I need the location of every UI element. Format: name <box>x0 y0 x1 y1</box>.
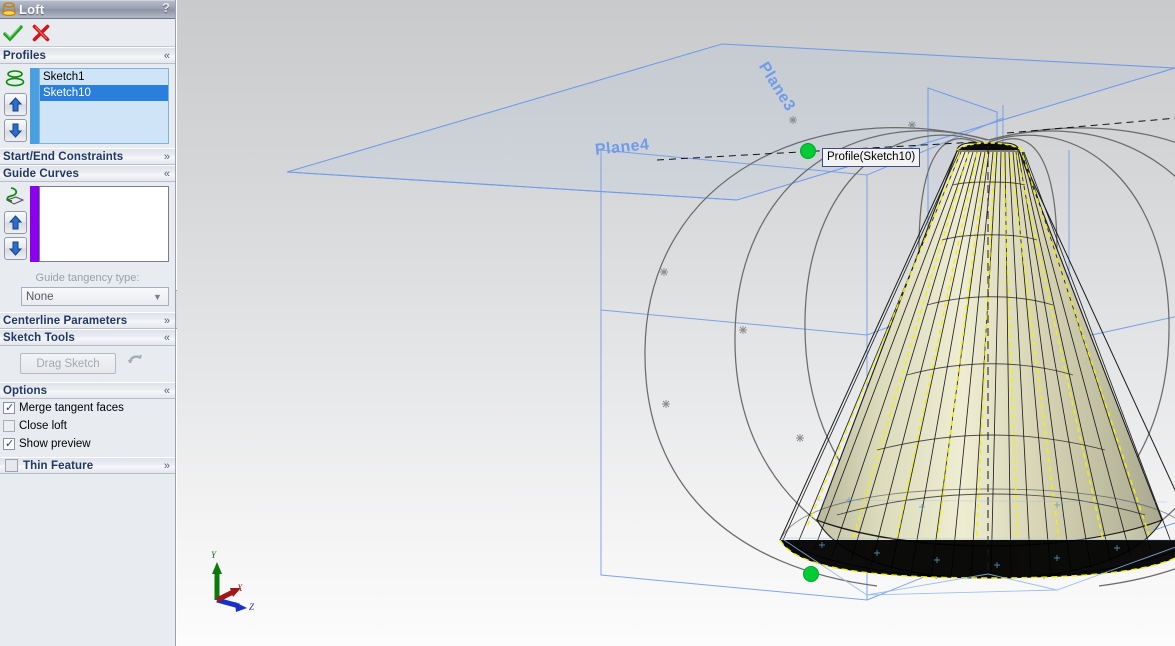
check-mark: ✓ <box>5 402 15 414</box>
profiles-selection-list[interactable]: Sketch1 Sketch10 <box>39 68 169 144</box>
red-x-icon[interactable] <box>31 23 51 43</box>
plane3-leader-line <box>1006 117 1175 134</box>
list-item[interactable]: Sketch1 <box>40 69 168 85</box>
triad-z-label: Z <box>249 602 255 612</box>
panel-title-label: Loft <box>19 1 45 17</box>
section-header-sketch-tools[interactable]: Sketch Tools « <box>0 329 175 346</box>
section-body-guide-curves: Guide tangency type: None ▼ <box>0 182 175 306</box>
profiles-move-down-button[interactable] <box>3 119 27 142</box>
triad-x-label: X <box>237 583 243 593</box>
checkbox-checked-icon[interactable]: ✓ <box>3 438 15 450</box>
guide-tangency-type-value: None <box>26 290 54 303</box>
section-title-thin-feature: Thin Feature <box>23 459 94 472</box>
guide-curves-selection-list[interactable] <box>39 186 169 262</box>
guide-curves-icon-column <box>0 182 30 266</box>
property-manager-panel: Loft ? Profiles « Sketch1 Sketch10 Start… <box>0 0 176 646</box>
section-title-options: Options <box>3 384 48 397</box>
panel-title-bar: Loft ? <box>0 0 175 19</box>
option-label: Close loft <box>19 420 67 432</box>
section-header-thin-feature[interactable]: Thin Feature » <box>0 457 175 474</box>
chevron-up-icon[interactable]: « <box>164 167 170 181</box>
section-body-profiles: Sketch1 Sketch10 <box>0 64 175 148</box>
green-check-icon[interactable] <box>3 23 23 43</box>
guide-tangency-type-select[interactable]: None ▼ <box>21 287 169 306</box>
section-header-options[interactable]: Options « <box>0 382 175 399</box>
graphics-viewport[interactable]: Plane4 Plane3 Y X Z <box>177 0 1175 646</box>
section-title-sketch-tools: Sketch Tools <box>3 331 75 344</box>
chevron-down-icon[interactable]: » <box>164 314 170 328</box>
checkbox-checked-icon[interactable]: ✓ <box>3 402 15 414</box>
guide-curves-move-up-button[interactable] <box>3 211 27 234</box>
help-button[interactable]: ? <box>162 0 170 15</box>
section-title-profiles: Profiles <box>3 49 46 62</box>
triad-y-label: Y <box>211 550 217 560</box>
section-header-start-end-constraints[interactable]: Start/End Constraints » <box>0 148 175 165</box>
profiles-icon <box>3 68 27 90</box>
guide-curves-move-down-button[interactable] <box>3 237 27 260</box>
option-show-preview[interactable]: ✓ Show preview <box>0 435 175 453</box>
drag-sketch-button[interactable]: Drag Sketch <box>20 353 116 374</box>
option-label: Show preview <box>19 438 91 450</box>
chevron-up-icon[interactable]: « <box>164 49 170 63</box>
thin-feature-checkbox[interactable] <box>5 459 18 472</box>
solidworks-loft-window: Loft ? Profiles « Sketch1 Sketch10 Start… <box>0 0 1175 646</box>
guide-curves-selection-color-bar <box>30 186 39 262</box>
profiles-selection-color-bar <box>30 68 39 144</box>
chevron-down-icon[interactable]: » <box>164 459 170 473</box>
guide-tangency-type-label: Guide tangency type: <box>35 272 140 284</box>
panel-action-bar <box>0 19 175 47</box>
section-header-profiles[interactable]: Profiles « <box>0 47 175 64</box>
option-merge-tangent-faces[interactable]: ✓ Merge tangent faces <box>0 399 175 417</box>
section-title-start-end-constraints: Start/End Constraints <box>3 150 124 163</box>
list-item[interactable]: Sketch10 <box>40 85 168 101</box>
section-body-options: ✓ Merge tangent faces Close loft ✓ Show … <box>0 399 175 453</box>
profiles-move-up-button[interactable] <box>3 93 27 116</box>
section-title-guide-curves: Guide Curves <box>3 167 79 180</box>
selection-tooltip: Profile(Sketch10) <box>822 148 921 167</box>
section-header-centerline-parameters[interactable]: Centerline Parameters » <box>0 312 175 329</box>
chevron-up-icon[interactable]: « <box>164 384 170 398</box>
section-header-guide-curves[interactable]: Guide Curves « <box>0 165 175 182</box>
guide-curve-icon <box>3 186 27 208</box>
option-close-loft[interactable]: Close loft <box>0 417 175 435</box>
profiles-icon-column <box>0 64 30 148</box>
section-body-sketch-tools: Drag Sketch <box>0 346 175 382</box>
chevron-up-icon[interactable]: « <box>164 331 170 345</box>
chevron-down-icon[interactable]: » <box>164 150 170 164</box>
chevron-down-icon[interactable]: ▼ <box>150 288 165 305</box>
option-label: Merge tangent faces <box>19 402 124 414</box>
loft-icon <box>1 1 17 17</box>
section-title-centerline-parameters: Centerline Parameters <box>3 314 128 327</box>
undo-arrow-icon[interactable] <box>126 352 146 375</box>
checkbox-unchecked-icon[interactable] <box>3 420 15 432</box>
bottom-profile-point <box>803 566 819 582</box>
check-mark: ✓ <box>5 438 15 450</box>
top-profile-point <box>800 143 816 159</box>
